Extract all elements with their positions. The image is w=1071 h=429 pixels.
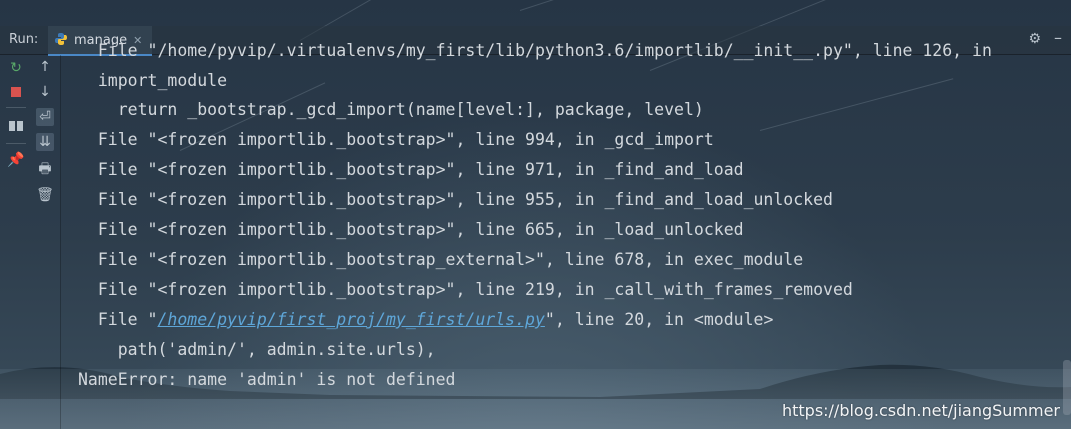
console-line: import_module [78,71,228,90]
console-line: File "<frozen importlib._bootstrap>", li… [78,220,744,239]
console-output: File "/home/pyvip/.virtualenvs/my_first/… [78,41,1063,415]
python-icon [54,31,68,50]
console-line: File "/home/pyvip/.virtualenvs/my_first/… [78,41,992,60]
rerun-icon[interactable]: ↻ [7,59,25,77]
console-line: File "<frozen importlib._bootstrap>", li… [78,190,833,209]
print-icon[interactable]: 🖶 [36,161,54,179]
run-label: Run: [9,32,39,47]
minimize-icon[interactable]: – [1054,28,1062,47]
scroll-to-end-icon[interactable]: ⇊ [36,133,54,151]
soft-wrap-icon[interactable]: ⏎ [36,108,54,126]
line-prefix: File " [78,310,158,329]
watermark: https://blog.csdn.net/jiangSummer [781,401,1060,420]
error-line: NameError: name 'admin' is not defined [78,370,456,389]
line-suffix: ", line 20, in <module> [544,310,774,329]
arrow-up-icon[interactable]: ↑ [36,58,54,76]
arrow-down-icon[interactable]: ↓ [36,83,54,101]
console-line: return _bootstrap._gcd_import(name[level… [78,100,704,119]
run-gutter: ↻ 📌 ↑ ↓ ⏎ ⇊ 🖶 🗑 [0,55,61,429]
layout-icon[interactable] [7,117,25,135]
trash-icon[interactable]: 🗑 [36,186,54,204]
console-line: File "<frozen importlib._bootstrap>", li… [78,160,744,179]
pin-icon[interactable]: 📌 [7,151,25,169]
console-line: path('admin/', admin.site.urls), [78,340,436,359]
file-link[interactable]: /home/pyvip/first_proj/my_first/urls.py [157,310,544,329]
console-line: File "<frozen importlib._bootstrap>", li… [78,280,853,299]
vertical-scrollbar[interactable] [1063,360,1071,415]
console-line: File "<frozen importlib._bootstrap_exter… [78,250,804,269]
console-line: File "<frozen importlib._bootstrap>", li… [78,130,714,149]
gear-icon[interactable]: ⚙ [1028,31,1041,47]
console-line: File "/home/pyvip/first_proj/my_first/ur… [78,310,774,330]
stop-icon[interactable] [7,83,25,101]
